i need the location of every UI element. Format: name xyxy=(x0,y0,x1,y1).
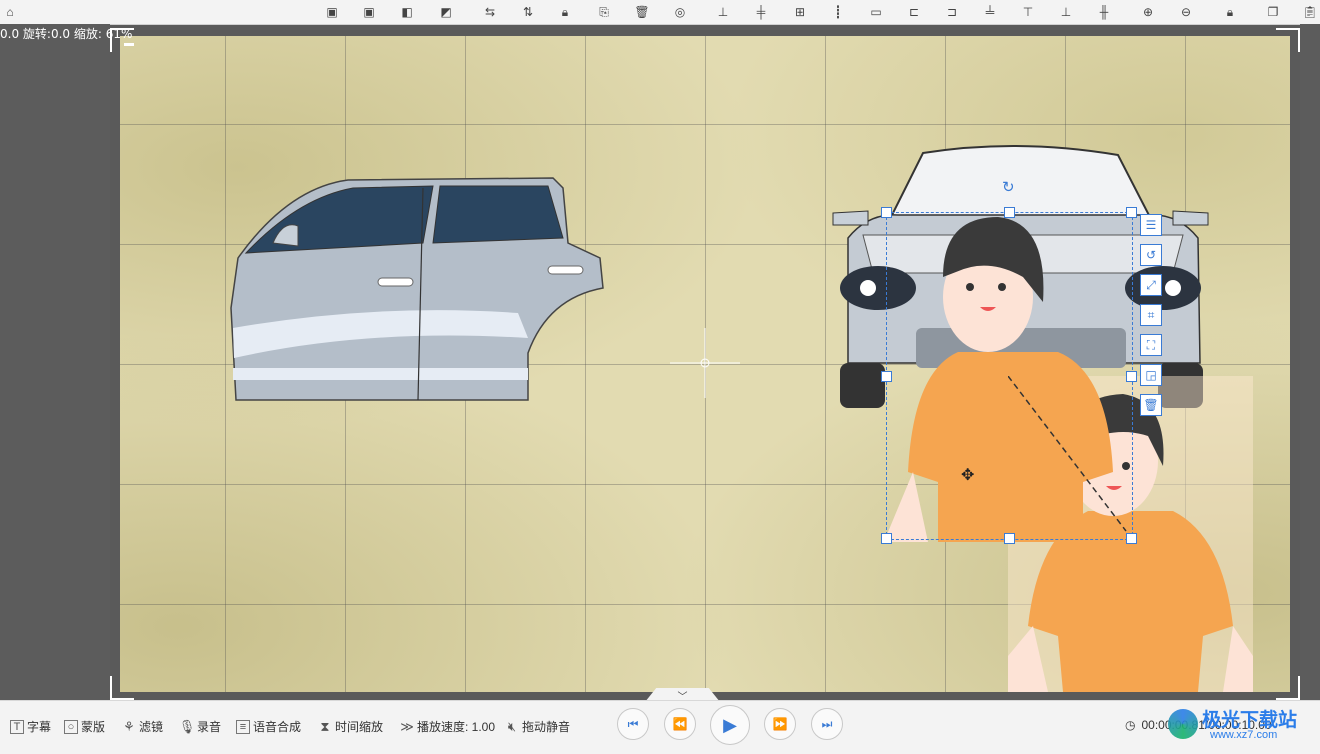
motion-path xyxy=(1008,376,1127,532)
bring-forward-icon[interactable]: ▣ xyxy=(322,2,342,22)
rotate-icon[interactable]: ↺ xyxy=(1140,244,1162,266)
align-left-icon[interactable]: ⊏ xyxy=(904,2,924,22)
subtitle-icon: T xyxy=(10,719,24,734)
resize-handle-tl[interactable] xyxy=(881,207,892,218)
step-forward-button[interactable]: ⏩ xyxy=(764,708,796,740)
bring-front-icon[interactable]: ◧ xyxy=(397,2,417,22)
align-center-icon[interactable]: ╧ xyxy=(980,2,1000,22)
resize-handle-bl[interactable] xyxy=(881,533,892,544)
microphone-icon: 🎙︎ xyxy=(178,718,196,734)
record-button[interactable]: 🎙︎ 录音 xyxy=(178,718,221,735)
align-center-v-icon[interactable]: ╪ xyxy=(751,2,771,22)
speed-icon: ≫ xyxy=(400,718,414,734)
resize-handle-ml[interactable] xyxy=(881,371,892,382)
car-side-image[interactable] xyxy=(228,168,608,403)
paste-icon[interactable]: 📋︎ xyxy=(1300,2,1320,22)
site-watermark: 极光下载站 www.xz7.com xyxy=(1168,703,1318,751)
delete-icon[interactable]: 🗑︎ xyxy=(632,2,652,22)
zoom-out-icon[interactable]: ⊖ xyxy=(1176,2,1196,22)
resize-handle-tr[interactable] xyxy=(1126,207,1137,218)
speed-button[interactable]: ≫ 播放速度: 1.00 xyxy=(400,718,495,735)
align-left-edge-icon[interactable]: ┋ xyxy=(828,2,848,22)
bottom-toolbar: T 字幕 ○ 蒙版 ⚘ 滤镜 🎙︎ 录音 ≡ 语音合成 ⧗ 时间缩放 ≫ 播放速度: 1.00… xyxy=(0,700,1320,754)
trash-icon[interactable]: 🗑︎ xyxy=(1140,394,1162,416)
align-top-icon[interactable]: ⊤ xyxy=(1018,2,1038,22)
tts-button[interactable]: ≡ 语音合成 xyxy=(236,718,301,735)
prev-scene-button[interactable]: ⏮ xyxy=(617,708,649,740)
workspace-left xyxy=(0,24,110,700)
flip-horizontal-icon[interactable]: ⇆ xyxy=(480,2,500,22)
lock-icon[interactable]: 🔒︎ xyxy=(555,2,575,22)
align-bottom-icon[interactable]: ⊥ xyxy=(1056,2,1076,22)
same-width-icon[interactable]: ▭ xyxy=(866,2,886,22)
crop-icon[interactable]: ⌗ xyxy=(1140,304,1162,326)
fullscreen-icon[interactable]: ⛶ xyxy=(1140,334,1162,356)
filter-button[interactable]: ⚘ 滤镜 xyxy=(122,718,163,735)
distribute-icon[interactable]: ⊞ xyxy=(790,2,810,22)
zoom-in-icon[interactable]: ⊕ xyxy=(1138,2,1158,22)
align-icon[interactable]: ☰ xyxy=(1140,214,1162,236)
home-icon[interactable]: ⌂ xyxy=(0,2,20,22)
copy-icon[interactable]: ❐ xyxy=(1263,2,1283,22)
lock-ratio-icon[interactable]: 🔒︎ xyxy=(1220,2,1240,22)
transform-status: 0.0 旋转:0.0 缩放: 61% xyxy=(0,27,133,41)
move-cursor-icon: ✥ xyxy=(961,467,975,484)
play-button[interactable]: ▶ xyxy=(710,705,750,745)
replace-icon[interactable]: ⎘ xyxy=(594,2,614,22)
resize-handle-tc[interactable] xyxy=(1004,207,1015,218)
center-crosshair xyxy=(670,328,740,398)
copy-style-icon[interactable]: ◎ xyxy=(670,2,690,22)
step-back-button[interactable]: ⏪ xyxy=(664,708,696,740)
next-scene-button[interactable]: ⏭ xyxy=(811,708,843,740)
time-zoom-icon: ⧗ xyxy=(320,718,330,734)
mute-icon: 🔇︎ xyxy=(507,718,517,734)
workspace-right xyxy=(1300,24,1320,700)
rotate-handle-icon[interactable]: ↻ xyxy=(1002,178,1015,196)
align-middle-icon[interactable]: ╫ xyxy=(1094,2,1114,22)
flip-vertical-icon[interactable]: ⇅ xyxy=(518,2,538,22)
time-zoom-button[interactable]: ⧗ 时间缩放 xyxy=(318,718,383,735)
mask-button[interactable]: ○ 蒙版 xyxy=(64,718,105,735)
align-center-h-icon[interactable]: ⊥ xyxy=(713,2,733,22)
fit-icon[interactable]: ⤢ xyxy=(1140,274,1162,296)
mask-icon: ○ xyxy=(64,719,78,734)
top-toolbar: ⌂ ▣ ▣ ◧ ◩ ⇆ ⇅ 🔒︎ ⎘ 🗑︎ ◎ ⊥ ╪ ⊞ ┋ ▭ ⊏ ⊐ ╧ … xyxy=(0,0,1320,25)
filter-icon: ⚘ xyxy=(123,718,135,734)
tts-icon: ≡ xyxy=(236,719,250,734)
subtitle-button[interactable]: T 字幕 xyxy=(10,718,51,735)
layer-icon[interactable]: ◲ xyxy=(1140,364,1162,386)
align-right-icon[interactable]: ⊐ xyxy=(942,2,962,22)
scene-canvas[interactable]: ▬ ↻ ✥ ☰ ↺ ⤢ ⌗ ⛶ ◲ 🗑︎ xyxy=(110,28,1300,700)
send-backward-icon[interactable]: ▣ xyxy=(359,2,379,22)
clock-icon: ◷ xyxy=(1125,718,1136,732)
mute-button[interactable]: 🔇︎ 拖动静音 xyxy=(505,718,570,735)
send-back-icon[interactable]: ◩ xyxy=(436,2,456,22)
